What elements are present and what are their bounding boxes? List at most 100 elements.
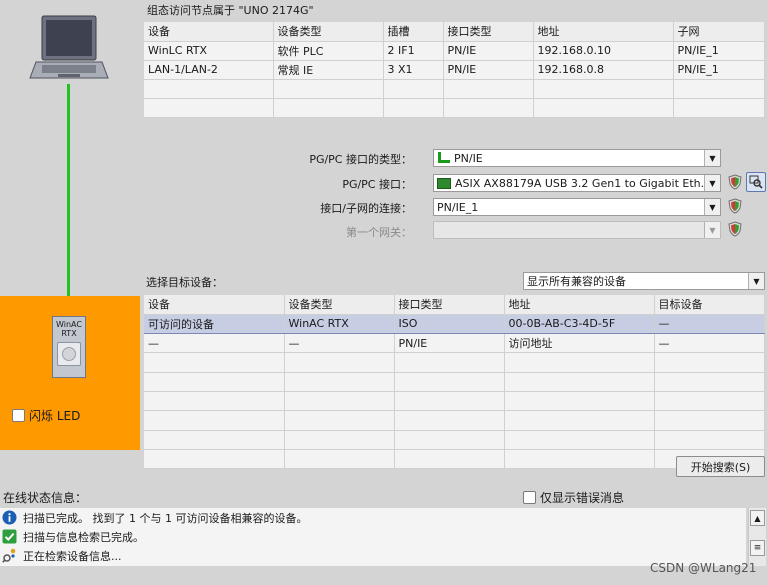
network-plug-icon (437, 152, 451, 164)
errors-only-checkbox[interactable] (523, 491, 536, 504)
empty-row (144, 391, 765, 412)
empty-row (144, 352, 765, 373)
target-filter-dropdown[interactable]: 显示所有兼容的设备 ▼ (523, 272, 765, 290)
chevron-down-icon[interactable]: ▼ (748, 273, 764, 289)
cell: 常规 IE (273, 60, 384, 80)
target-device-table: 设备 设备类型 接口类型 地址 目标设备 可访问的设备 WinAC RTX IS… (144, 295, 765, 470)
chevron-down-icon[interactable]: ▼ (704, 199, 720, 215)
column-header: 接口类型 (394, 295, 505, 315)
column-header: 设备类型 (284, 295, 395, 315)
magnifier-icon (749, 175, 763, 189)
scroll-up-button[interactable]: ▲ (750, 510, 765, 526)
diagnostics-shield-icon[interactable] (727, 174, 743, 190)
online-status-header: 在线状态信息： (3, 491, 88, 505)
target-table-header: 设备 设备类型 接口类型 地址 目标设备 (144, 295, 765, 315)
cell: PN/IE_1 (673, 41, 765, 61)
table-row[interactable]: — — PN/IE 访问地址 — (144, 333, 765, 354)
empty-row (144, 372, 765, 392)
column-header: 插槽 (383, 22, 444, 42)
check-icon (2, 529, 17, 544)
winac-device-icon[interactable]: WinAC RTX (52, 316, 86, 378)
column-header: 接口类型 (443, 22, 534, 42)
cell: 软件 PLC (273, 41, 384, 61)
pgpc-laptop-icon (28, 14, 110, 84)
pgpc-interface-value: ASIX AX88179A USB 3.2 Gen1 to Gigabit Et… (455, 176, 703, 190)
chevron-down-icon[interactable]: ▼ (704, 175, 720, 191)
cell: ISO (394, 313, 505, 335)
start-search-button[interactable]: 开始搜索(S) (676, 456, 765, 477)
cell: PN/IE (394, 333, 505, 354)
cell: — (654, 333, 765, 354)
device-label-line1: WinAC (56, 320, 82, 329)
diagnostics-shield-icon[interactable] (727, 198, 743, 214)
first-gateway-dropdown: ▼ (433, 221, 721, 239)
pgpc-type-dropdown[interactable]: PN/IE ▼ (433, 149, 721, 167)
column-header: 目标设备 (654, 295, 765, 315)
column-header: 设备 (144, 22, 274, 42)
column-header: 设备类型 (273, 22, 384, 42)
status-scrollbar[interactable]: ▲ ≡ (748, 508, 766, 566)
search-interface-button[interactable] (746, 172, 766, 192)
cell: WinLC RTX (144, 41, 274, 61)
table-row-selected[interactable]: 可访问的设备 WinAC RTX ISO 00-0B-AB-C3-4D-5F — (144, 313, 765, 335)
flash-led-checkbox[interactable] (12, 409, 25, 422)
node-table-header: 设备 设备类型 插槽 接口类型 地址 子网 (144, 22, 765, 42)
status-message-list: 扫描已完成。 找到了 1 个与 1 可访问设备相兼容的设备。 扫描与信息检索已完… (0, 508, 746, 566)
status-message: 扫描与信息检索已完成。 (0, 527, 746, 546)
chevron-down-icon[interactable]: ▼ (704, 150, 720, 166)
cell: — (284, 333, 395, 354)
device-label-line2: RTX (61, 329, 77, 338)
cell: — (144, 333, 285, 354)
cell: LAN-1/LAN-2 (144, 60, 274, 80)
empty-row (144, 449, 765, 470)
pgpc-type-label: PG/PC 接口的类型： (309, 153, 412, 166)
first-gateway-label: 第一个网关： (346, 226, 412, 239)
cell: — (654, 313, 765, 335)
cell: PN/IE_1 (673, 60, 765, 80)
status-message: 扫描已完成。 找到了 1 个与 1 可访问设备相兼容的设备。 (0, 508, 746, 527)
flash-led-option[interactable]: 闪烁 LED (12, 407, 80, 424)
chevron-down-icon: ▼ (704, 222, 720, 238)
empty-row (144, 430, 765, 450)
search-progress-icon (2, 548, 16, 563)
errors-only-label: 仅显示错误消息 (540, 491, 625, 505)
cell: 可访问的设备 (144, 313, 285, 335)
subnet-connection-label: 接口/子网的连接： (320, 202, 412, 215)
column-header: 地址 (504, 295, 655, 315)
table-row[interactable]: LAN-1/LAN-2 常规 IE 3 X1 PN/IE 192.168.0.8… (144, 60, 765, 80)
watermark-text: CSDN @WLang21 (650, 561, 757, 575)
status-message-text: 正在检索设备信息... (23, 549, 122, 563)
cell: 3 X1 (383, 60, 444, 80)
pgpc-interface-dropdown[interactable]: ASIX AX88179A USB 3.2 Gen1 to Gigabit Et… (433, 174, 721, 192)
diagnostics-shield-icon[interactable] (727, 221, 743, 237)
info-icon (2, 510, 17, 525)
empty-row (144, 79, 765, 99)
status-message-text: 扫描与信息检索已完成。 (23, 530, 144, 544)
empty-row (144, 410, 765, 431)
subnet-connection-dropdown[interactable]: PN/IE_1 ▼ (433, 198, 721, 216)
node-section-title: 组态访问节点属于 "UNO 2174G" (147, 4, 314, 17)
pgpc-interface-label: PG/PC 接口： (342, 178, 412, 191)
cell: PN/IE (443, 60, 534, 80)
pgpc-type-value: PN/IE (454, 151, 483, 165)
scroll-thumb[interactable]: ≡ (750, 540, 765, 556)
column-header: 设备 (144, 295, 285, 315)
column-header: 地址 (533, 22, 674, 42)
network-card-icon (437, 177, 451, 189)
cell: 00-0B-AB-C3-4D-5F (504, 313, 655, 335)
column-header: 子网 (673, 22, 765, 42)
status-message-text: 扫描已完成。 找到了 1 个与 1 可访问设备相兼容的设备。 (23, 511, 308, 525)
subnet-connection-value: PN/IE_1 (437, 200, 479, 214)
cell: PN/IE (443, 41, 534, 61)
status-message: 正在检索设备信息... (0, 546, 746, 565)
errors-only-option[interactable]: 仅显示错误消息 (523, 489, 624, 506)
empty-row (144, 98, 765, 118)
flash-led-label: 闪烁 LED (29, 409, 81, 423)
cell: 192.168.0.10 (533, 41, 674, 61)
cell: 192.168.0.8 (533, 60, 674, 80)
node-table: 设备 设备类型 插槽 接口类型 地址 子网 WinLC RTX 软件 PLC 2… (144, 22, 765, 118)
cell: 2 IF1 (383, 41, 444, 61)
cell: 访问地址 (504, 333, 655, 354)
target-filter-value: 显示所有兼容的设备 (527, 275, 626, 288)
table-row[interactable]: WinLC RTX 软件 PLC 2 IF1 PN/IE 192.168.0.1… (144, 41, 765, 61)
